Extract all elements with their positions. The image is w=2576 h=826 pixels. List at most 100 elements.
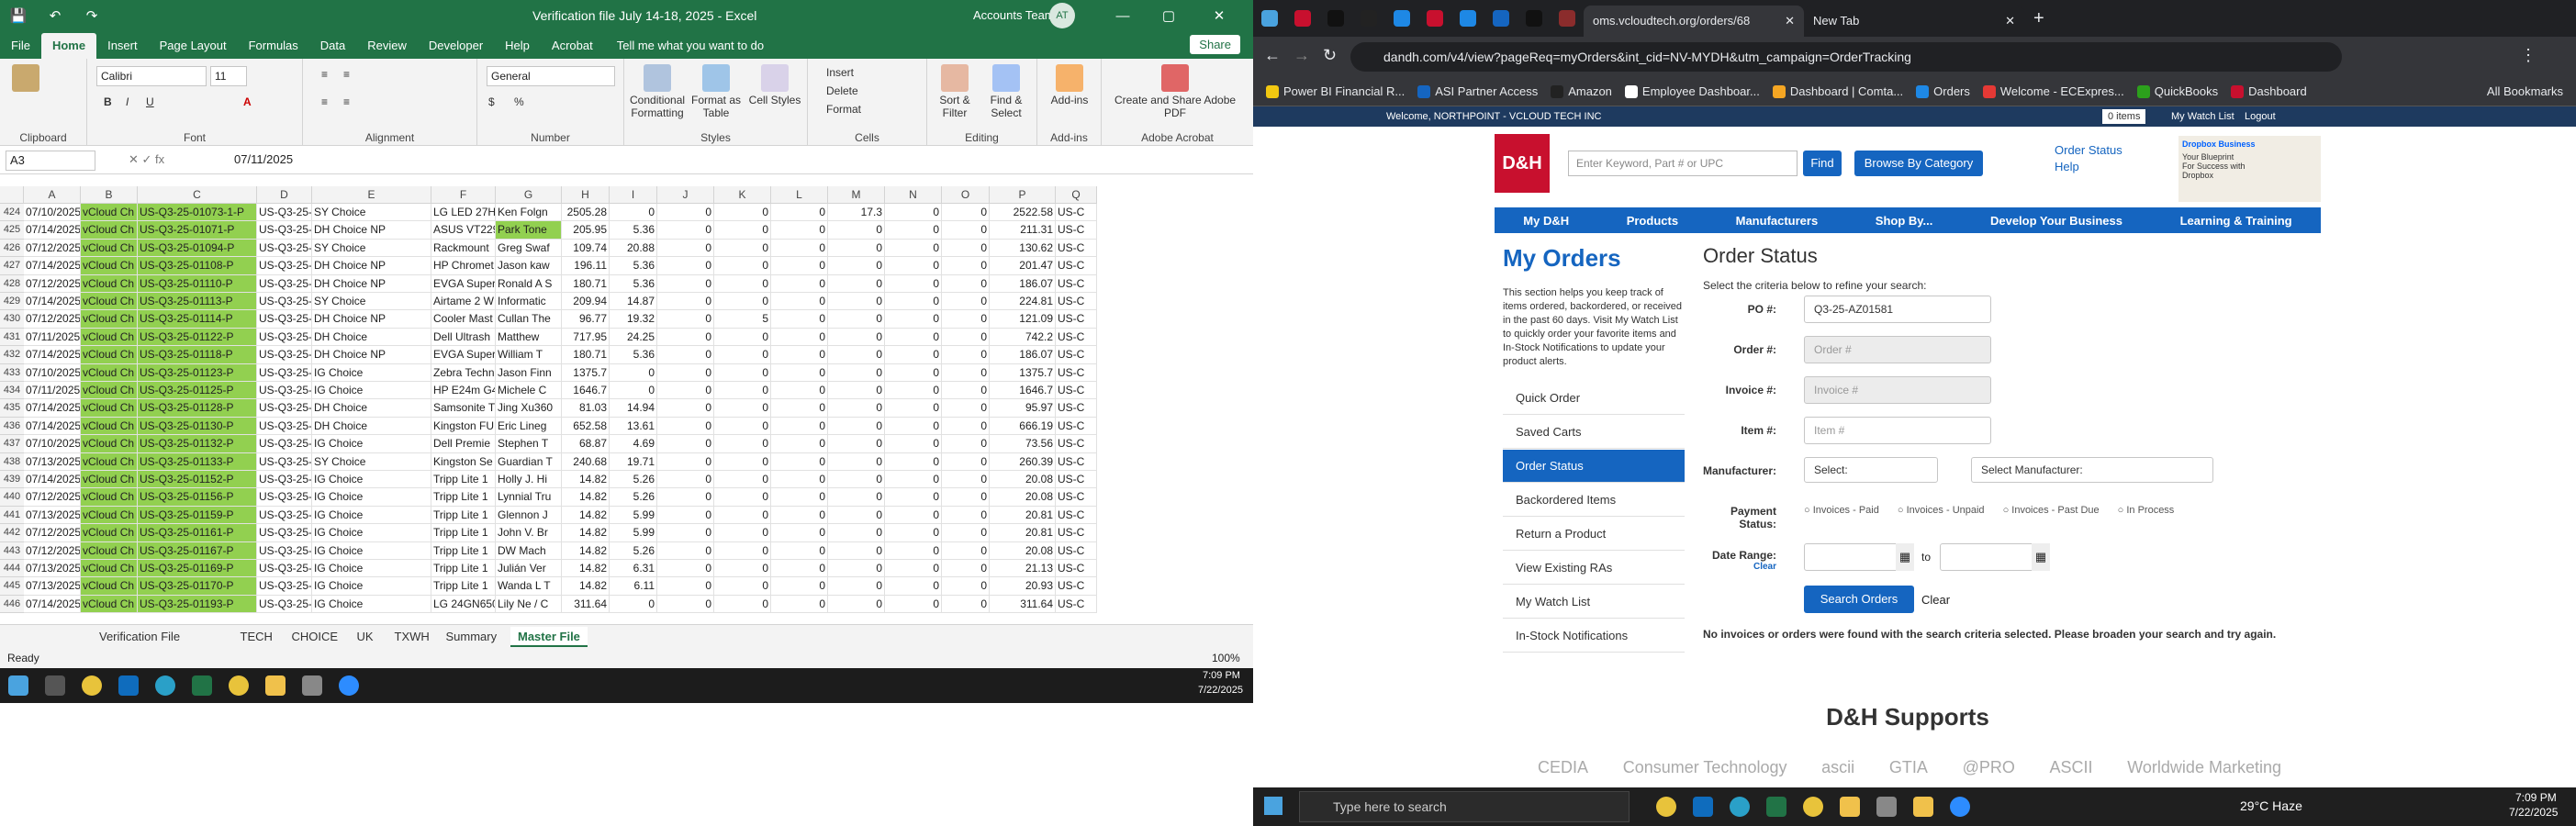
table-cell[interactable]: 0 <box>885 560 942 578</box>
table-cell[interactable]: vCloud Ch <box>81 257 138 275</box>
sort-filter-button[interactable]: Sort & Filter <box>931 64 979 119</box>
table-cell[interactable]: 0 <box>942 382 990 400</box>
table-cell[interactable]: 0 <box>657 399 714 418</box>
table-cell[interactable]: US-Q3-25- <box>257 435 312 453</box>
table-cell[interactable]: US-Q3-25- <box>257 471 312 489</box>
table-cell[interactable]: 0 <box>714 346 771 364</box>
tab-developer[interactable]: Developer <box>418 33 494 59</box>
zoom-icon[interactable] <box>330 668 367 703</box>
tab-icon[interactable] <box>1451 4 1484 33</box>
table-cell[interactable]: 0 <box>657 506 714 525</box>
table-cell[interactable]: 0 <box>828 239 885 258</box>
date-from-input[interactable] <box>1804 543 1899 571</box>
table-cell[interactable]: 0 <box>828 595 885 614</box>
table-cell[interactable]: IG Choice <box>312 471 431 489</box>
column-header[interactable]: I <box>610 186 657 204</box>
table-cell[interactable]: Zebra Techn <box>431 363 496 382</box>
table-cell[interactable]: Wanda L T <box>496 577 562 596</box>
table-cell[interactable]: 311.64 <box>990 595 1056 614</box>
row-header[interactable]: 429 <box>0 293 24 311</box>
row-header[interactable]: 438 <box>0 452 24 471</box>
tab-file[interactable]: File <box>0 33 41 59</box>
table-cell[interactable]: US-C <box>1056 471 1097 489</box>
table-cell[interactable]: 0 <box>714 524 771 542</box>
redo-icon[interactable]: ↷ <box>73 0 110 31</box>
table-cell[interactable]: 24.25 <box>610 328 657 347</box>
table-cell[interactable]: DH Choice NP <box>312 257 431 275</box>
table-cell[interactable]: US-C <box>1056 204 1097 222</box>
column-header[interactable]: D <box>257 186 312 204</box>
table-cell[interactable]: 81.03 <box>562 399 610 418</box>
tab-insert[interactable]: Insert <box>96 33 149 59</box>
row-header[interactable]: 443 <box>0 541 24 560</box>
percent-icon[interactable]: % <box>514 95 524 108</box>
table-cell[interactable]: Jing Xu360 <box>496 399 562 418</box>
table-cell[interactable]: US-Q3-25- <box>257 417 312 436</box>
table-cell[interactable]: 0 <box>771 541 828 560</box>
taskbar-date[interactable]: 7/22/2025 <box>2509 806 2558 819</box>
table-cell[interactable]: US-Q3-25-01110-P <box>138 274 257 293</box>
table-cell[interactable]: 0 <box>657 471 714 489</box>
table-cell[interactable]: US-C <box>1056 541 1097 560</box>
table-cell[interactable]: 0 <box>714 293 771 311</box>
chrome-icon[interactable] <box>1648 789 1685 824</box>
table-cell[interactable]: Cooler Mast <box>431 310 496 329</box>
table-cell[interactable]: 224.81 <box>990 293 1056 311</box>
column-header[interactable]: H <box>562 186 610 204</box>
table-cell[interactable]: 0 <box>828 221 885 240</box>
browse-category-button[interactable]: Browse By Category <box>1854 151 1983 176</box>
table-cell[interactable]: 0 <box>885 471 942 489</box>
table-cell[interactable]: 0 <box>885 382 942 400</box>
table-cell[interactable]: 0 <box>942 204 990 222</box>
table-cell[interactable]: 0 <box>714 399 771 418</box>
tab-home[interactable]: Home <box>40 33 97 59</box>
tab-oms[interactable]: oms.vcloudtech.org/orders/68 ✕ <box>1584 6 1804 37</box>
close-icon[interactable]: ✕ <box>2005 6 2015 37</box>
bookmark-item[interactable]: Welcome - ECExpres... <box>1982 84 2124 98</box>
table-cell[interactable]: 0 <box>942 595 990 614</box>
table-cell[interactable]: US-Q3-25-01094-P <box>138 239 257 258</box>
outlook-icon[interactable] <box>1685 789 1721 824</box>
paste-button[interactable] <box>7 64 44 94</box>
table-cell[interactable]: 0 <box>885 488 942 507</box>
table-cell[interactable]: 0 <box>714 435 771 453</box>
table-cell[interactable]: vCloud Ch <box>81 577 138 596</box>
table-cell[interactable]: 0 <box>657 257 714 275</box>
table-cell[interactable]: 07/14/2025 <box>24 417 81 436</box>
bold-button[interactable]: B <box>104 95 112 108</box>
table-cell[interactable]: 0 <box>885 204 942 222</box>
row-header[interactable]: 444 <box>0 560 24 578</box>
row-header[interactable]: 434 <box>0 382 24 400</box>
edge-icon[interactable] <box>147 668 184 703</box>
table-cell[interactable]: US-Q3-25- <box>257 506 312 525</box>
table-cell[interactable]: 0 <box>771 506 828 525</box>
table-cell[interactable]: 07/14/2025 <box>24 346 81 364</box>
table-cell[interactable]: 209.94 <box>562 293 610 311</box>
table-cell[interactable]: 2522.58 <box>990 204 1056 222</box>
table-cell[interactable]: Park Tone <box>496 221 562 240</box>
underline-button[interactable]: U <box>146 95 154 108</box>
table-cell[interactable]: US-C <box>1056 524 1097 542</box>
table-cell[interactable]: 0 <box>657 310 714 329</box>
table-cell[interactable]: 07/12/2025 <box>24 239 81 258</box>
watch-list-link[interactable]: My Watch List <box>2171 106 2234 127</box>
table-cell[interactable]: Samsonite T <box>431 399 496 418</box>
table-cell[interactable]: 0 <box>657 274 714 293</box>
table-cell[interactable]: Matthew <box>496 328 562 347</box>
bookmark-item[interactable]: QuickBooks <box>2136 84 2218 98</box>
table-cell[interactable]: US-C <box>1056 399 1097 418</box>
table-cell[interactable]: 14.87 <box>610 293 657 311</box>
table-cell[interactable]: 0 <box>610 595 657 614</box>
table-cell[interactable]: 0 <box>885 363 942 382</box>
table-cell[interactable]: 1646.7 <box>562 382 610 400</box>
table-cell[interactable]: US-Q3-25-01123-P <box>138 363 257 382</box>
radio-paid[interactable]: ○ Invoices - Paid <box>1804 505 1879 516</box>
table-cell[interactable]: 0 <box>714 274 771 293</box>
table-cell[interactable]: HP E24m G4 <box>431 382 496 400</box>
table-cell[interactable]: 0 <box>657 417 714 436</box>
tab-icon[interactable] <box>1418 4 1451 33</box>
table-cell[interactable]: vCloud Ch <box>81 346 138 364</box>
table-cell[interactable]: 0 <box>771 346 828 364</box>
table-cell[interactable]: 0 <box>771 274 828 293</box>
align-middle-icon[interactable]: ≡ <box>343 68 350 81</box>
